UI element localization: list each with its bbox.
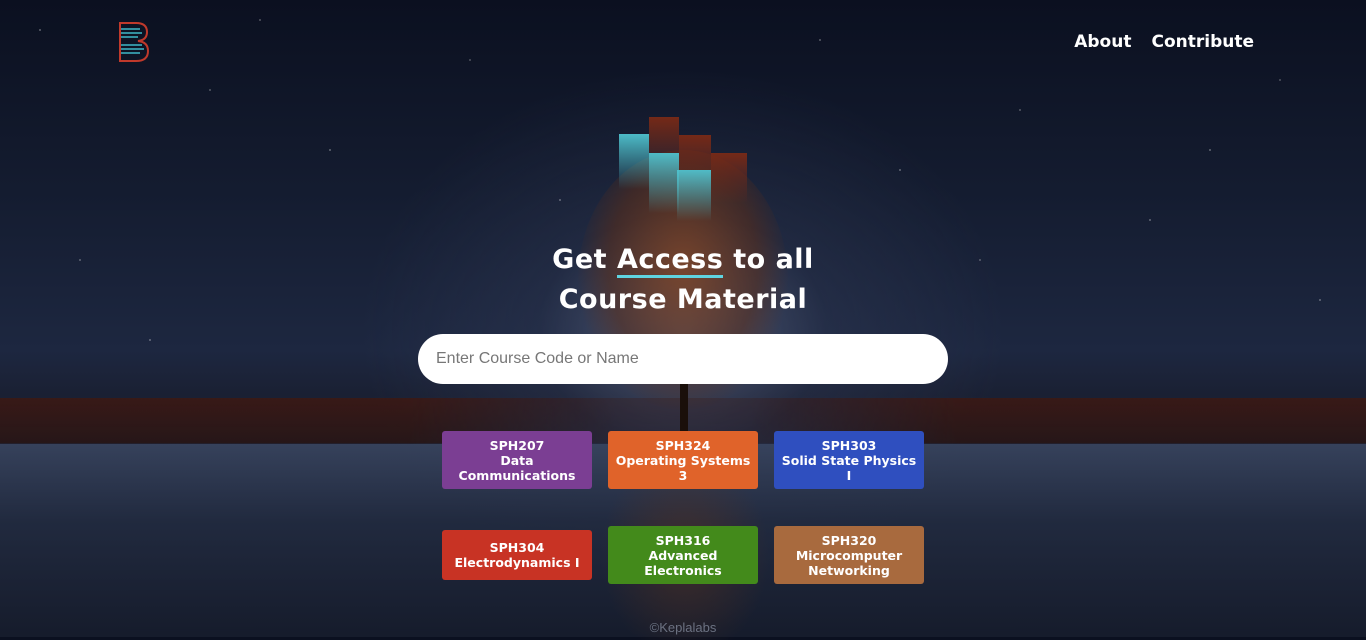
course-search-box [418,334,948,384]
page-headline: Get Access to all Course Material [0,240,1366,320]
nav-about-link[interactable]: About [1074,32,1131,52]
headline-accent-word: Access [616,245,724,278]
footer-credit: ©Keplalabs [649,620,717,635]
headline-line2: Course Material [558,284,808,315]
top-nav: About Contribute [1074,32,1254,52]
course-code: SPH207 [489,437,545,453]
course-name: Data Communications [458,452,576,483]
logo-b-icon [119,22,150,62]
hero-blocks-graphic [619,117,747,221]
course-card-sph320[interactable]: SPH320 Microcomputer Networking [774,526,924,584]
course-card-sph304[interactable]: SPH304 Electrodynamics I [442,530,592,580]
course-search-input[interactable] [434,349,932,369]
course-name: Advanced Electronics [644,547,722,578]
course-name: Electrodynamics I [454,555,580,570]
headline-text: to all [723,244,814,275]
headline-text: Get [552,244,617,275]
nav-contribute-link[interactable]: Contribute [1151,32,1254,52]
course-name: Microcomputer Networking [795,547,903,578]
course-name: Solid State Physics I [781,452,917,483]
course-code: SPH316 [655,532,711,548]
course-code: SPH304 [489,540,545,555]
course-name: Operating Systems 3 [615,452,751,483]
course-code: SPH320 [821,532,877,548]
site-logo[interactable] [118,21,150,63]
course-card-sph316[interactable]: SPH316 Advanced Electronics [608,526,758,584]
course-code: SPH324 [655,437,711,453]
course-card-sph324[interactable]: SPH324 Operating Systems 3 [608,431,758,489]
course-card-sph207[interactable]: SPH207 Data Communications [442,431,592,489]
course-code: SPH303 [821,437,877,453]
course-card-sph303[interactable]: SPH303 Solid State Physics I [774,431,924,489]
